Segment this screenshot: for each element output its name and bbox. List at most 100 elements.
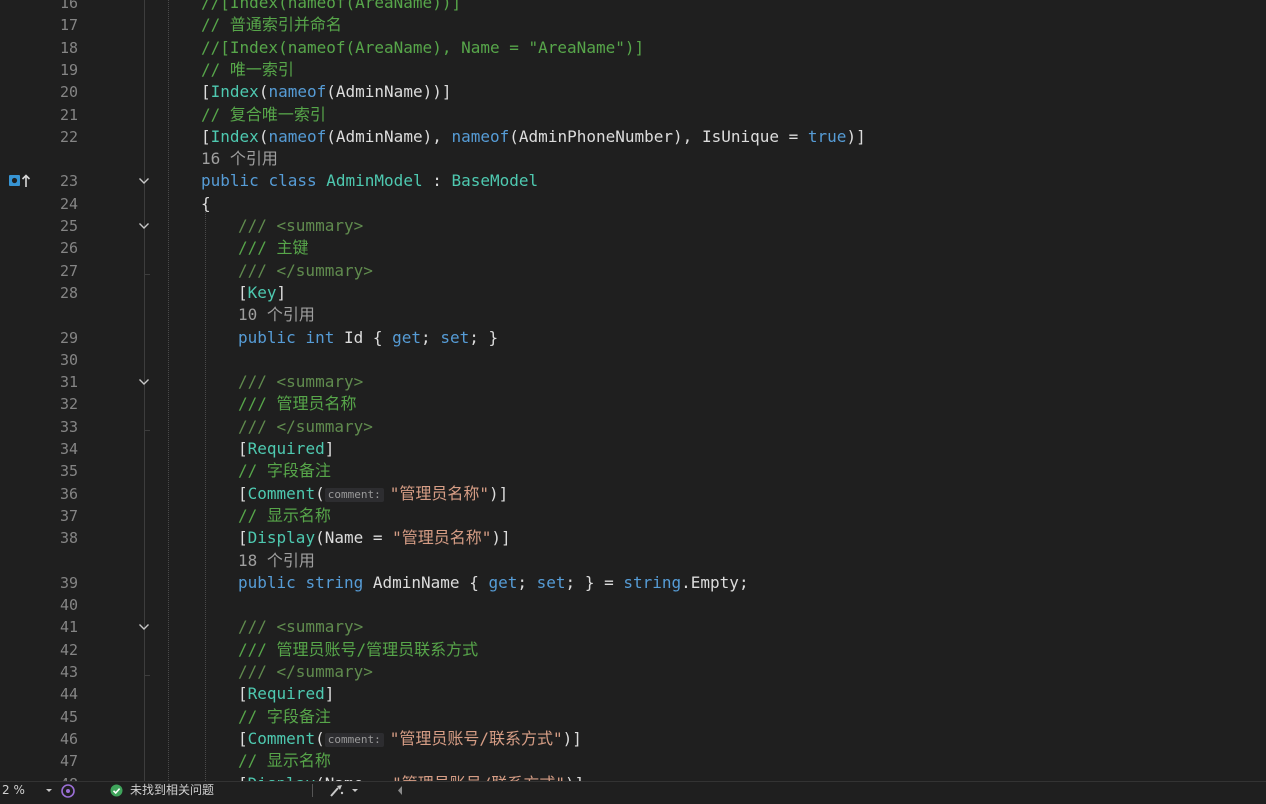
- code-line[interactable]: 22 [Index(nameof(AdminName), nameof(Admin…: [0, 126, 1266, 148]
- code-line[interactable]: 47 // 显示名称: [0, 750, 1266, 772]
- codelens-label[interactable]: 18 个引用: [238, 550, 315, 572]
- code-token: [: [201, 82, 211, 102]
- code-text[interactable]: [Display(Name = "管理员名称")]: [238, 527, 511, 549]
- code-line[interactable]: 34 [Required]: [0, 438, 1266, 460]
- codelens-references[interactable]: 18 个引用: [0, 550, 1266, 572]
- code-line[interactable]: 24 {: [0, 193, 1266, 215]
- codelens-references[interactable]: 16 个引用: [0, 148, 1266, 170]
- code-text[interactable]: // 字段备注: [238, 706, 331, 728]
- code-token: [: [238, 684, 248, 704]
- code-token: ;: [421, 327, 441, 347]
- code-text[interactable]: /// <summary>: [238, 616, 363, 638]
- code-text[interactable]: /// </summary>: [238, 416, 373, 438]
- code-line[interactable]: 40: [0, 594, 1266, 616]
- fold-chevron-icon[interactable]: [138, 376, 150, 388]
- cleanup-dropdown-icon[interactable]: [350, 782, 360, 804]
- code-line[interactable]: 17 // 普通索引并命名: [0, 14, 1266, 36]
- line-number: 37: [59, 506, 78, 525]
- code-line[interactable]: 18 //[Index(nameof(AreaName), Name = "Are…: [0, 37, 1266, 59]
- zoom-dropdown-icon[interactable]: [44, 782, 54, 804]
- code-editor[interactable]: 16 //[Index(nameof(AreaName))] 17 // 普通索引并命…: [0, 0, 1266, 781]
- code-line[interactable]: 35 // 字段备注: [0, 460, 1266, 482]
- code-token: (: [315, 728, 325, 748]
- code-text[interactable]: [Required]: [238, 683, 334, 705]
- code-line[interactable]: 26 /// 主键: [0, 237, 1266, 259]
- code-text[interactable]: // 普通索引并命名: [201, 14, 342, 36]
- code-text[interactable]: [Key]: [238, 282, 286, 304]
- issues-status[interactable]: 未找到相关问题: [130, 782, 214, 799]
- code-token: Index: [210, 126, 259, 146]
- code-line[interactable]: 21 // 复合唯一索引: [0, 104, 1266, 126]
- code-token: get: [392, 327, 422, 347]
- scroll-left-icon[interactable]: [395, 782, 405, 804]
- code-token: /// </summary>: [238, 662, 373, 681]
- code-text[interactable]: /// 管理员名称: [238, 393, 357, 415]
- code-text[interactable]: [Index(nameof(AdminName), nameof(AdminPh…: [201, 126, 866, 148]
- code-text[interactable]: /// 主键: [238, 237, 309, 259]
- code-text[interactable]: [Comment(comment: "管理员名称")]: [238, 483, 508, 505]
- code-token: Required: [247, 439, 325, 458]
- derived-class-icon[interactable]: [8, 173, 34, 189]
- code-line[interactable]: 48 [Display(Name = "管理员账号/联系方式")]: [0, 773, 1266, 782]
- code-line[interactable]: 32 /// 管理员名称: [0, 393, 1266, 415]
- code-line[interactable]: 44 [Required]: [0, 683, 1266, 705]
- code-line[interactable]: 43 /// </summary>: [0, 661, 1266, 683]
- code-text[interactable]: //[Index(nameof(AreaName))]: [201, 0, 461, 14]
- code-text[interactable]: // 唯一索引: [201, 59, 294, 81]
- code-text[interactable]: [Comment(comment: "管理员账号/联系方式")]: [238, 728, 582, 750]
- code-text[interactable]: public string AdminName { get; set; } = …: [238, 572, 749, 594]
- code-token: //[Index(nameof(AreaName), Name = "AreaN…: [201, 37, 645, 57]
- code-line[interactable]: 38 [Display(Name = "管理员名称")]: [0, 527, 1266, 549]
- code-text[interactable]: [Required]: [238, 438, 334, 460]
- code-line[interactable]: 37 // 显示名称: [0, 505, 1266, 527]
- code-line[interactable]: 42 /// 管理员账号/管理员联系方式: [0, 639, 1266, 661]
- code-text[interactable]: /// 管理员账号/管理员联系方式: [238, 639, 478, 661]
- code-text[interactable]: public int Id { get; set; }: [238, 327, 498, 349]
- fold-chevron-icon[interactable]: [138, 621, 150, 633]
- code-line[interactable]: 19 // 唯一索引: [0, 59, 1266, 81]
- code-text[interactable]: public class AdminModel : BaseModel: [201, 170, 538, 192]
- codelens-label[interactable]: 10 个引用: [238, 304, 315, 326]
- code-token: // 普通索引并命名: [201, 15, 342, 35]
- code-line[interactable]: 16 //[Index(nameof(AreaName))]: [0, 0, 1266, 14]
- code-token: ]: [324, 439, 335, 458]
- code-line[interactable]: 31 /// <summary>: [0, 371, 1266, 393]
- code-text[interactable]: /// <summary>: [238, 371, 363, 393]
- fold-chevron-icon[interactable]: [138, 175, 150, 187]
- code-token: set: [536, 572, 566, 592]
- code-text[interactable]: // 复合唯一索引: [201, 104, 326, 126]
- code-token: BaseModel: [451, 171, 539, 191]
- code-line[interactable]: 25 /// <summary>: [0, 215, 1266, 237]
- code-line[interactable]: 27 /// </summary>: [0, 260, 1266, 282]
- code-text[interactable]: //[Index(nameof(AreaName), Name = "AreaN…: [201, 37, 644, 59]
- code-text[interactable]: // 显示名称: [238, 505, 331, 527]
- codelens-references[interactable]: 10 个引用: [0, 304, 1266, 326]
- copilot-icon[interactable]: [60, 783, 76, 803]
- code-line[interactable]: 33 /// </summary>: [0, 416, 1266, 438]
- code-text[interactable]: // 字段备注: [238, 460, 331, 482]
- code-text[interactable]: // 显示名称: [238, 750, 331, 772]
- code-text[interactable]: /// </summary>: [238, 661, 373, 683]
- code-line[interactable]: 29 public int Id { get; set; }: [0, 327, 1266, 349]
- zoom-level[interactable]: 2 %: [2, 782, 25, 799]
- code-line[interactable]: 20 [Index(nameof(AdminName))]: [0, 81, 1266, 103]
- code-text[interactable]: [Display(Name = "管理员账号/联系方式")]: [238, 773, 584, 782]
- code-line[interactable]: 23 public class AdminModel : BaseModel: [0, 170, 1266, 192]
- codelens-label[interactable]: 16 个引用: [201, 148, 278, 170]
- fold-chevron-icon[interactable]: [138, 220, 150, 232]
- code-line[interactable]: 30: [0, 349, 1266, 371]
- code-text[interactable]: /// </summary>: [238, 260, 373, 282]
- code-token: public: [238, 572, 296, 592]
- code-text[interactable]: [Index(nameof(AdminName))]: [201, 81, 451, 103]
- code-token: Required: [247, 684, 325, 704]
- code-text[interactable]: {: [201, 193, 211, 215]
- code-token: Comment: [247, 483, 316, 503]
- code-cleanup-icon[interactable]: [328, 783, 346, 803]
- code-line[interactable]: 41 /// <summary>: [0, 616, 1266, 638]
- code-line[interactable]: 36 [Comment(comment: "管理员名称")]: [0, 483, 1266, 505]
- code-line[interactable]: 46 [Comment(comment: "管理员账号/联系方式")]: [0, 728, 1266, 750]
- code-line[interactable]: 28 [Key]: [0, 282, 1266, 304]
- code-line[interactable]: 39 public string AdminName { get; set; } …: [0, 572, 1266, 594]
- code-line[interactable]: 45 // 字段备注: [0, 706, 1266, 728]
- code-text[interactable]: /// <summary>: [238, 215, 363, 237]
